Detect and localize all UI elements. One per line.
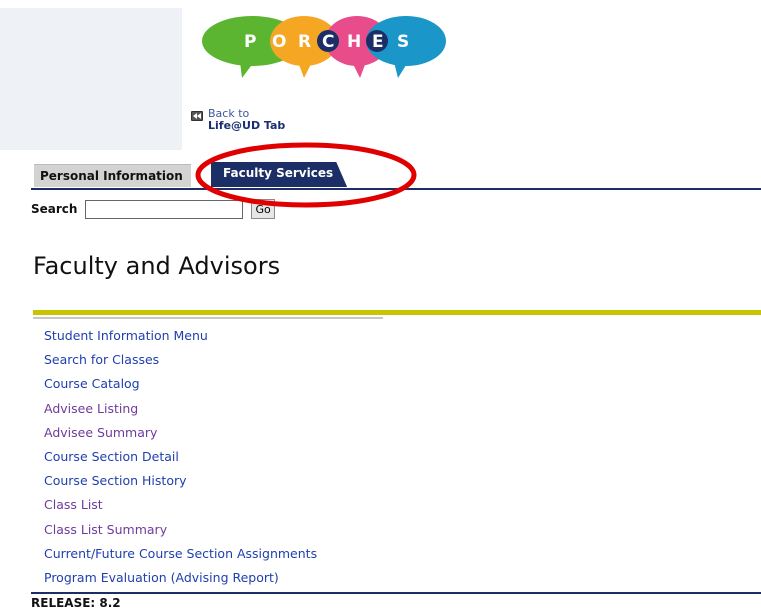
- double-arrow-left-icon: [191, 111, 203, 121]
- menu-item-course-section-history[interactable]: Course Section History: [44, 469, 317, 493]
- page-title: Faculty and Advisors: [33, 252, 281, 280]
- tab-personal-information[interactable]: Personal Information: [34, 164, 191, 187]
- menu-item-program-evaluation[interactable]: Program Evaluation (Advising Report): [44, 566, 317, 590]
- title-divider: [33, 310, 761, 315]
- back-link-line2: Life@UD Tab: [208, 119, 286, 132]
- menu-item-course-catalog[interactable]: Course Catalog: [44, 372, 317, 396]
- logo-letter: R: [298, 32, 311, 52]
- logo-letter: C: [322, 32, 334, 52]
- footer-divider: [31, 592, 761, 594]
- back-to-lifeud-link[interactable]: Back to Life@UD Tab: [191, 108, 285, 132]
- menu-item-search-for-classes[interactable]: Search for Classes: [44, 348, 317, 372]
- back-link-text: Back to Life@UD Tab: [208, 108, 285, 132]
- red-annotation-ellipse: [195, 142, 417, 208]
- logo-letter: E: [372, 32, 384, 52]
- faculty-menu-list: Student Information Menu Search for Clas…: [44, 324, 317, 590]
- logo-letter: H: [347, 32, 361, 52]
- logo-letter: S: [397, 32, 409, 52]
- menu-item-course-section-detail[interactable]: Course Section Detail: [44, 445, 317, 469]
- menu-item-advisee-listing[interactable]: Advisee Listing: [44, 397, 317, 421]
- menu-item-student-information-menu[interactable]: Student Information Menu: [44, 324, 317, 348]
- menu-item-class-list[interactable]: Class List: [44, 493, 317, 517]
- search-label: Search: [31, 202, 78, 216]
- menu-top-divider: [33, 317, 383, 319]
- logo-letter: P: [244, 32, 256, 52]
- logo-letter: O: [272, 32, 286, 52]
- release-label: RELEASE: 8.2: [31, 596, 121, 610]
- header-left-panel: [0, 8, 182, 150]
- porches-logo: P O R C H E S: [202, 16, 446, 78]
- menu-item-advisee-summary[interactable]: Advisee Summary: [44, 421, 317, 445]
- menu-item-class-list-summary[interactable]: Class List Summary: [44, 518, 317, 542]
- menu-item-current-future-assignments[interactable]: Current/Future Course Section Assignment…: [44, 542, 317, 566]
